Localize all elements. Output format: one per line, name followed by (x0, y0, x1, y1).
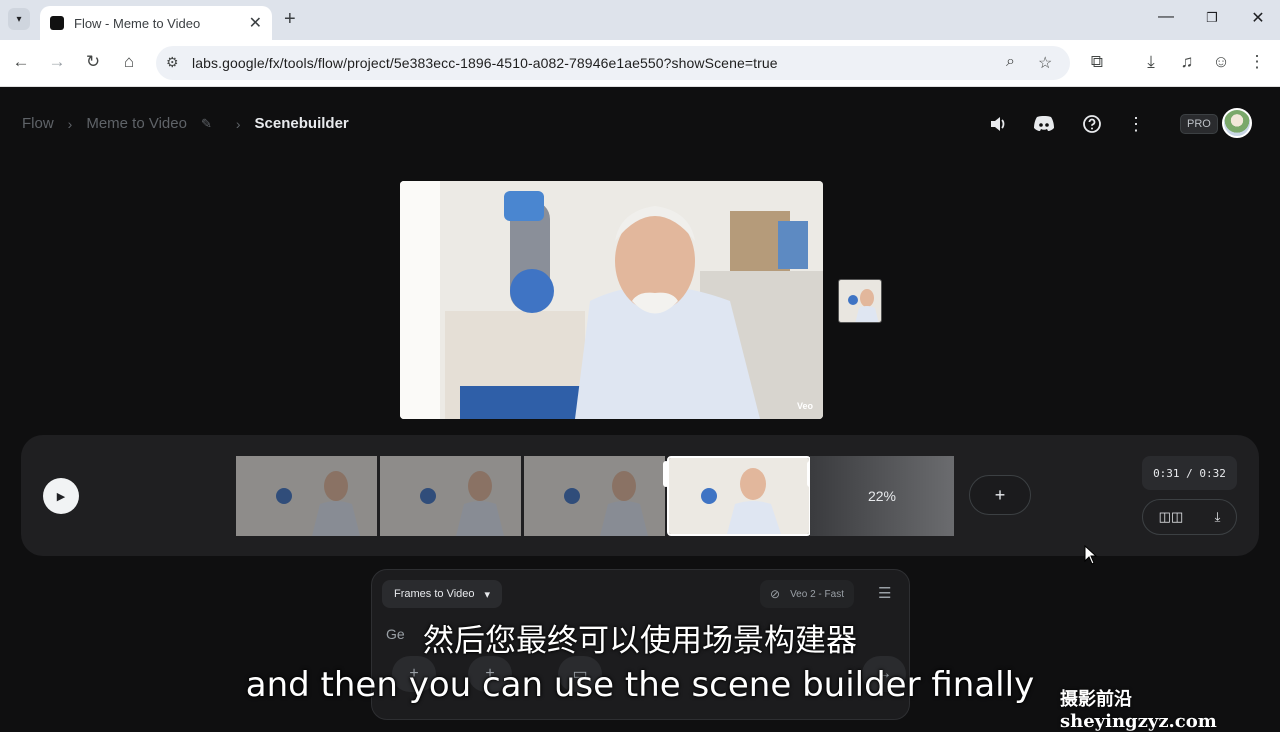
generating-clip: 22% (810, 456, 954, 536)
trim-handle-left[interactable] (663, 461, 669, 487)
volume-icon[interactable] (986, 112, 1010, 136)
site-watermark: 摄影前沿 sheyingzyz.com (1060, 689, 1217, 732)
window-close-icon[interactable]: ✕ (1248, 8, 1268, 28)
browser-tab-bar: ▾ Flow - Meme to Video ✕ + — ❐ ✕ (0, 0, 1280, 40)
url-text[interactable]: labs.google/fx/tools/flow/project/5e383e… (192, 55, 778, 71)
model-label: Veo 2 - Fast (790, 588, 844, 600)
minimize-icon[interactable]: — (1156, 8, 1176, 26)
model-dropdown[interactable]: ⊘ Veo 2 - Fast (760, 580, 854, 608)
extensions-puzzle-icon[interactable]: ⧉ (1086, 52, 1108, 72)
timeline-panel: ▶ 22% + 0:31 / 0:32 ◫◫ ⤓ (21, 435, 1259, 556)
chevron-right-icon: › (235, 115, 241, 132)
zoom-icon[interactable]: ⌕ (1006, 53, 1015, 71)
scene-thumbnail[interactable] (838, 279, 882, 323)
help-icon[interactable] (1080, 112, 1104, 136)
browser-tab-active[interactable]: Flow - Meme to Video ✕ (40, 6, 272, 40)
address-bar[interactable]: ⚙ labs.google/fx/tools/flow/project/5e38… (156, 46, 1070, 80)
split-clip-icon[interactable]: ◫◫ (1159, 509, 1184, 525)
scene-preview[interactable]: Veo (400, 181, 823, 419)
time-readout-text: 0:31 / 0:32 (1153, 466, 1226, 480)
discord-svg (1034, 116, 1054, 131)
back-arrow-icon[interactable]: ← (10, 52, 32, 72)
breadcrumb: Flow › Meme to Video ✎ › Scenebuilder (22, 115, 349, 132)
help-svg (1083, 115, 1101, 133)
timeline-clip[interactable] (380, 456, 521, 536)
timeline-actions: ◫◫ ⤓ (1142, 499, 1237, 535)
new-tab-plus-icon[interactable]: + (284, 8, 296, 31)
tab-search-button[interactable]: ▾ (8, 8, 30, 30)
timeline-clip-selected[interactable] (667, 456, 811, 536)
mode-label: Frames to Video (394, 588, 475, 600)
clip-thumbnail (669, 458, 809, 534)
chevron-right-icon: › (67, 115, 73, 132)
mouse-cursor-icon (1084, 545, 1098, 565)
bookmark-star-icon[interactable]: ☆ (1038, 53, 1052, 73)
tab-title: Flow - Meme to Video (74, 15, 201, 31)
download-icon[interactable]: ⤓ (1140, 52, 1162, 72)
mode-dropdown[interactable]: Frames to Video ▾ (382, 580, 503, 608)
browser-menu-icon[interactable]: ⋮ (1246, 52, 1268, 72)
breadcrumb-flow[interactable]: Flow (22, 115, 54, 132)
site-info-icon[interactable]: ⚙ (166, 54, 179, 71)
breadcrumb-current: Scenebuilder (254, 115, 349, 132)
restore-icon[interactable]: ❐ (1202, 10, 1222, 26)
media-control-icon[interactable]: ♫ (1176, 52, 1198, 72)
plus-icon: + (994, 484, 1006, 505)
time-readout: 0:31 / 0:32 (1142, 456, 1237, 490)
flow-favicon-icon (50, 16, 64, 30)
veo-watermark: Veo (796, 401, 813, 411)
avatar[interactable] (1222, 108, 1252, 138)
breadcrumb-project[interactable]: Meme to Video (86, 115, 187, 132)
preview-image (400, 181, 823, 419)
play-button[interactable]: ▶ (43, 478, 79, 514)
settings-tune-icon[interactable]: ☰ (878, 584, 891, 602)
home-icon[interactable]: ⌂ (118, 52, 140, 72)
clip-thumbnail (380, 456, 521, 536)
clip-thumbnail (524, 456, 665, 536)
edit-pencil-icon[interactable]: ✎ (201, 116, 212, 132)
add-clip-button[interactable]: + (969, 475, 1031, 515)
generation-progress: 22% (867, 488, 897, 504)
discord-icon[interactable] (1032, 112, 1056, 136)
more-vert-icon[interactable]: ⋮ (1124, 112, 1148, 136)
volume-svg (991, 117, 1005, 131)
browser-toolbar: ← → ↻ ⌂ ⚙ labs.google/fx/tools/flow/proj… (0, 40, 1280, 87)
clip-thumbnail (236, 456, 377, 536)
download-icon[interactable]: ⤓ (1215, 509, 1221, 525)
timeline-clip[interactable] (236, 456, 377, 536)
play-icon: ▶ (56, 490, 66, 503)
reload-icon[interactable]: ↻ (82, 52, 104, 72)
profile-icon[interactable]: ☺ (1210, 52, 1232, 72)
subtitle-chinese: 然后您最终可以使用场景构建器 (423, 623, 857, 659)
close-icon[interactable]: ✕ (249, 13, 262, 33)
timeline-clip[interactable] (524, 456, 665, 536)
thumbnail-image (839, 280, 881, 322)
audio-off-icon: ⊘ (770, 587, 781, 601)
caret-down-icon: ▾ (484, 588, 491, 601)
forward-arrow-icon[interactable]: → (46, 52, 68, 72)
chevron-down-icon: ▾ (16, 13, 22, 25)
pro-badge: PRO (1180, 114, 1218, 134)
